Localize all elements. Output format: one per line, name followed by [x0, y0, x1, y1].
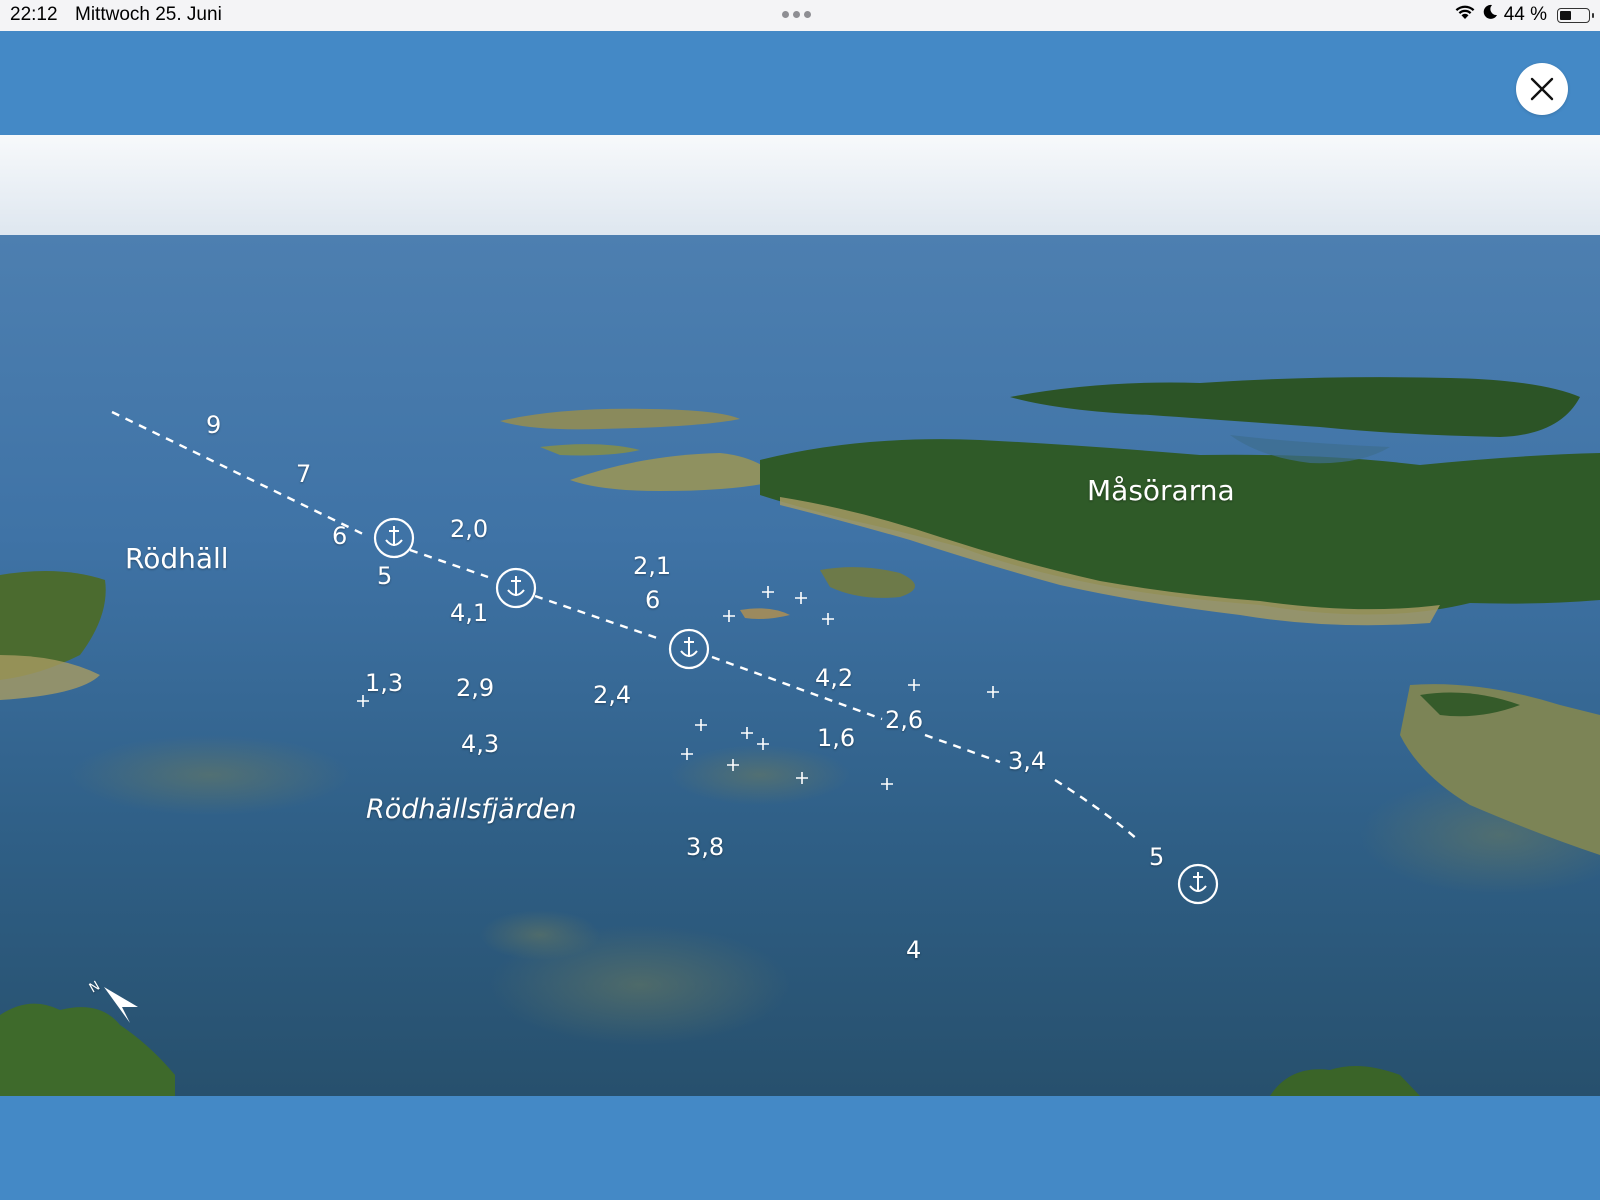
place-name-masorarna: Måsörarna — [1087, 474, 1235, 507]
depth-label: 5 — [1149, 843, 1165, 871]
depth-label: 4,1 — [450, 599, 489, 627]
depth-label: 2,9 — [456, 674, 495, 702]
depth-label: 4,2 — [815, 664, 854, 692]
battery-icon — [1557, 7, 1594, 23]
anchor-icon — [495, 567, 537, 609]
depth-label: 6 — [332, 522, 348, 550]
header-bar — [0, 31, 1600, 135]
depth-label: 2,0 — [450, 515, 489, 543]
depth-label: 3,8 — [686, 833, 725, 861]
anchor-icon — [668, 628, 710, 670]
anchor-icon — [1177, 863, 1219, 905]
depth-label: 4 — [906, 936, 922, 964]
depth-label: 4,3 — [461, 730, 500, 758]
close-button[interactable] — [1516, 63, 1568, 115]
multitasking-dots-icon[interactable] — [782, 11, 811, 18]
depth-label: 7 — [296, 460, 312, 488]
depth-label: 1,3 — [365, 669, 404, 697]
battery-fill — [1560, 10, 1571, 20]
aerial-photo-background — [0, 135, 1600, 1096]
status-time: 22:12 — [10, 4, 58, 25]
depth-label: 5 — [377, 562, 393, 590]
status-indicators: 44 % — [1454, 4, 1594, 26]
depth-label: 3,4 — [1008, 747, 1047, 775]
close-icon — [1530, 77, 1554, 101]
footer-bar — [0, 1096, 1600, 1200]
depth-label: 2,1 — [633, 552, 672, 580]
depth-label: 6 — [645, 586, 661, 614]
depth-label: 2,6 — [885, 706, 924, 734]
depth-label: 9 — [206, 411, 222, 439]
battery-percent: 44 % — [1503, 4, 1547, 25]
status-bar: 22:12 Mittwoch 25. Juni 44 % — [0, 0, 1600, 31]
aerial-chart-photo: N Rödhäll Måsörarna Rödhällsfjärden 9 7 … — [0, 135, 1600, 1096]
depth-label: 2,4 — [593, 681, 632, 709]
place-name-rodhallsfjarden: Rödhällsfjärden — [366, 794, 577, 825]
moon-icon — [1482, 4, 1498, 26]
place-name-rodhall: Rödhäll — [125, 542, 229, 575]
anchor-icon — [373, 517, 415, 559]
status-date: Mittwoch 25. Juni — [75, 4, 222, 25]
depth-label: 1,6 — [817, 724, 856, 752]
wifi-icon — [1454, 4, 1476, 26]
